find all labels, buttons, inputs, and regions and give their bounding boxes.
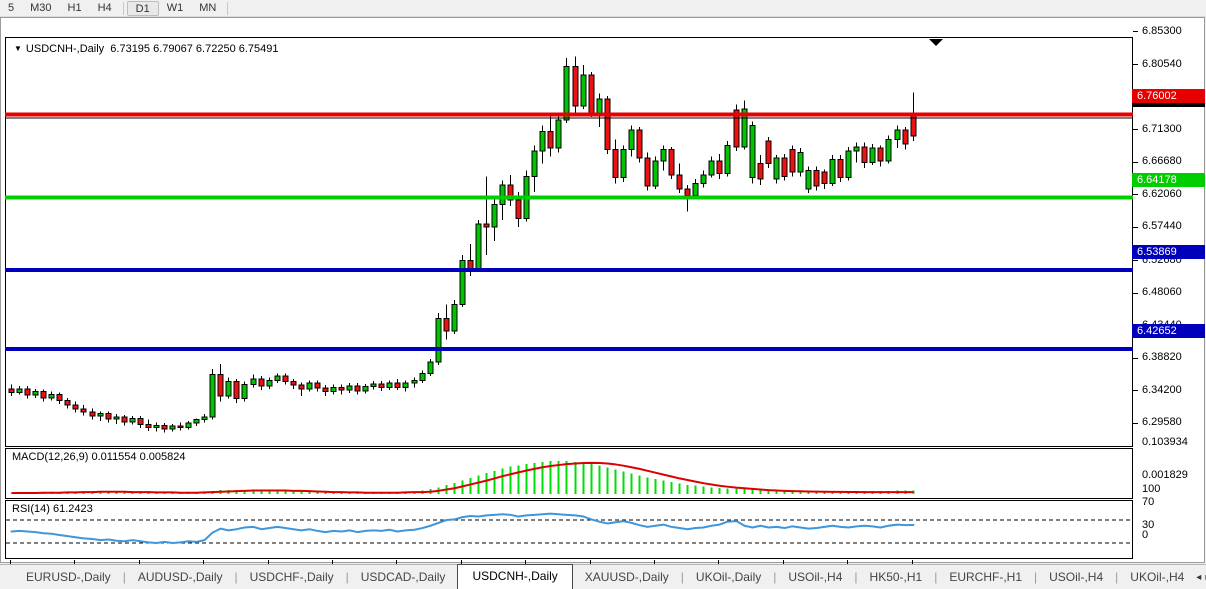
toolbar-separator	[123, 2, 124, 15]
price-tick: 6.38820	[1142, 351, 1182, 363]
rsi-axis-tick: 100	[1142, 483, 1160, 495]
price-tick: 6.34200	[1142, 384, 1182, 396]
price-tick-mark	[1133, 423, 1138, 424]
price-tick: 6.80540	[1142, 58, 1182, 70]
tab-ukoil-daily[interactable]: UKOil-,Daily	[684, 566, 773, 589]
timeframe-button-h1[interactable]: H1	[60, 1, 90, 16]
timeframe-toolbar: 5M30H1H4 D1W1MN	[0, 0, 1206, 17]
price-tick-mark	[1133, 194, 1138, 195]
price-tick: 6.57440	[1142, 220, 1182, 232]
down-triangle-marker	[929, 39, 943, 46]
timeframe-button-w1[interactable]: W1	[159, 1, 192, 16]
rsi-axis-tick: 0	[1142, 529, 1148, 541]
price-tick-mark	[1133, 227, 1138, 228]
macd-label: MACD(12,26,9) 0.011554 0.005824	[12, 451, 185, 463]
price-tick-mark	[1133, 162, 1138, 163]
price-tick-mark	[1133, 129, 1138, 130]
price-tick: 6.48060	[1142, 286, 1182, 298]
price-tick-mark	[1133, 260, 1138, 261]
rsi-axis-tick: 70	[1142, 496, 1154, 508]
tab-nav-arrows: ◂▸	[1196, 572, 1206, 589]
chart-title: ▼ USDCNH-,Daily 6.73195 6.79067 6.72250 6…	[14, 43, 279, 55]
macd-axis-tick: 0.001829	[1142, 469, 1188, 481]
tab-usdcnh-daily[interactable]: USDCNH-,Daily	[457, 564, 572, 589]
price-tick-mark	[1133, 64, 1138, 65]
price-tick: 6.85300	[1142, 25, 1182, 37]
tab-xauusd-daily[interactable]: XAUUSD-,Daily	[573, 566, 681, 589]
hline-price-label: 6.76002	[1132, 89, 1205, 103]
tab-ukoil-h4[interactable]: UKOil-,H4	[1118, 566, 1196, 589]
rsi-pane[interactable]: RSI(14) 61.2423	[5, 500, 1133, 559]
tab-hk50-h1[interactable]: HK50-,H1	[858, 566, 935, 589]
tab-audusd-daily[interactable]: AUDUSD-,Daily	[126, 566, 235, 589]
timeframe-button-mn[interactable]: MN	[191, 1, 224, 16]
main-chart-pane[interactable]: ▼ USDCNH-,Daily 6.73195 6.79067 6.72250 6…	[5, 37, 1133, 447]
price-tick-mark	[1133, 293, 1138, 294]
tab-scroll-left-icon[interactable]: ◂	[1196, 572, 1205, 583]
price-tick: 6.62060	[1142, 188, 1182, 200]
price-axis[interactable]: 6.85300 6.80540 6.71300 6.66680 6.62060 6.574…	[1132, 17, 1206, 563]
chart-ohlc-values: 6.73195 6.79067 6.72250 6.75491	[110, 43, 278, 55]
price-tick: 6.66680	[1142, 155, 1182, 167]
chart-symbol-label: USDCNH-,Daily	[26, 43, 104, 55]
symbol-dropdown-icon[interactable]: ▼	[14, 44, 22, 53]
main-chart-canvas[interactable]	[5, 37, 1133, 447]
tab-usdchf-daily[interactable]: USDCHF-,Daily	[238, 566, 346, 589]
hline-price-label: 6.53869	[1132, 245, 1205, 259]
rsi-label: RSI(14) 61.2423	[12, 503, 93, 515]
price-tick-mark	[1133, 31, 1138, 32]
timeframe-button-m30[interactable]: M30	[22, 1, 59, 16]
tab-eurusd-daily[interactable]: EURUSD-,Daily	[14, 566, 123, 589]
timeframe-button-5[interactable]: 5	[0, 1, 22, 16]
price-tick: 6.71300	[1142, 123, 1182, 135]
chart-window: ▼ USDCNH-,Daily 6.73195 6.79067 6.72250 6…	[0, 17, 1205, 563]
tab-usdcad-daily[interactable]: USDCAD-,Daily	[349, 566, 458, 589]
price-tick-mark	[1133, 390, 1138, 391]
macd-pane[interactable]: MACD(12,26,9) 0.011554 0.005824	[5, 448, 1133, 499]
tab-eurchf-h1[interactable]: EURCHF-,H1	[937, 566, 1034, 589]
toolbar-separator	[227, 2, 228, 15]
hline-price-label: 6.64178	[1132, 173, 1205, 187]
chart-tabbar: EURUSD-,Daily|AUDUSD-,Daily|USDCHF-,Dail…	[0, 564, 1206, 589]
price-tick: 6.29580	[1142, 416, 1182, 428]
rsi-canvas[interactable]	[5, 500, 1133, 559]
hline-price-label: 6.42652	[1132, 324, 1205, 338]
timeframe-button-h4[interactable]: H4	[90, 1, 120, 16]
tab-usoil-h4[interactable]: USOil-,H4	[776, 566, 854, 589]
tab-usoil-h4[interactable]: USOil-,H4	[1037, 566, 1115, 589]
timeframe-button-d1[interactable]: D1	[127, 1, 159, 16]
macd-axis-tick: 0.103934	[1142, 436, 1188, 448]
price-tick-mark	[1133, 358, 1138, 359]
